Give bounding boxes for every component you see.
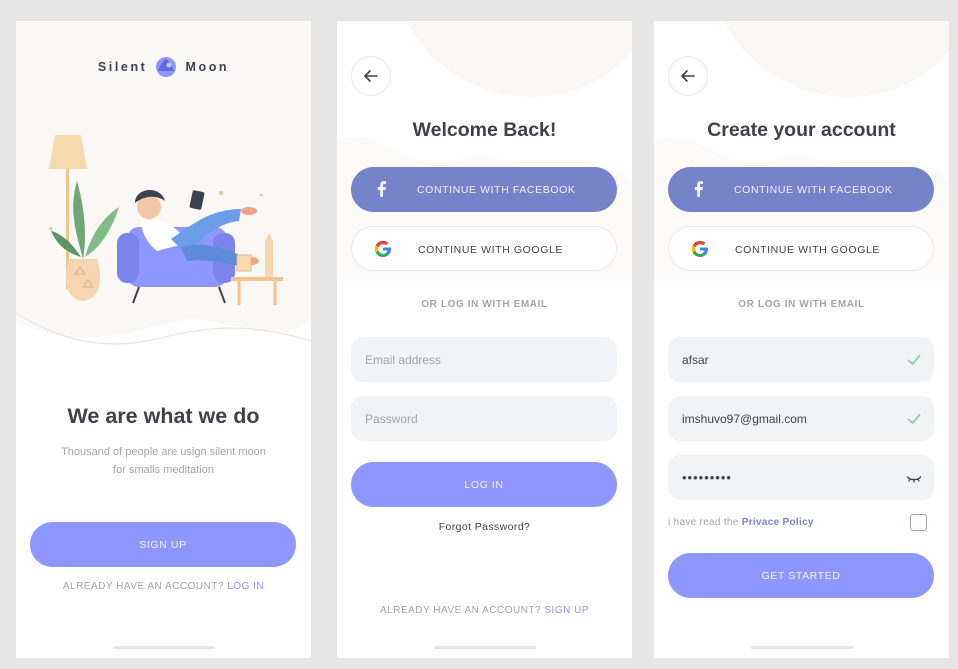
brand-logo: Silent Moon	[16, 56, 311, 78]
sign-up-button[interactable]: SIGN UP	[30, 522, 296, 567]
privacy-policy-checkbox[interactable]	[910, 514, 927, 531]
sign-up-link[interactable]: SIGN UP	[544, 605, 589, 616]
login-link[interactable]: LOG IN	[227, 581, 264, 592]
continue-with-facebook-button[interactable]: CONTINUE WITH FACEBOOK	[668, 167, 934, 212]
home-indicator	[434, 646, 536, 649]
or-divider-text: OR LOG IN WITH EMAIL	[421, 299, 548, 310]
log-in-button[interactable]: LOG IN	[351, 462, 617, 507]
arrow-left-icon	[364, 70, 378, 82]
subtitle-line: for smalls meditation	[113, 464, 214, 476]
eye-closed-icon[interactable]	[906, 470, 922, 486]
google-button-label: CONTINUE WITH GOOGLE	[418, 244, 564, 256]
continue-with-google-button[interactable]: CONTINUE WITH GOOGLE	[351, 226, 617, 271]
home-indicator	[113, 646, 215, 649]
email-field[interactable]: Email address	[351, 337, 617, 382]
create-account-screen: Create your account CONTINUE WITH FACEBO…	[654, 21, 949, 658]
login-screen: Welcome Back! CONTINUE WITH FACEBOOK CON…	[337, 21, 632, 658]
login-prompt: ALREADY HAVE AN ACCOUNT? LOG IN	[16, 581, 311, 592]
facebook-button-label: CONTINUE WITH FACEBOOK	[417, 184, 576, 196]
back-button[interactable]	[351, 56, 391, 96]
moon-logo-icon	[156, 57, 177, 77]
privacy-policy-link[interactable]: Privace Policy	[742, 517, 814, 528]
back-button[interactable]	[668, 56, 708, 96]
subtitle-line: Thousand of people are usign silent moon	[61, 446, 266, 458]
check-icon	[907, 355, 921, 365]
google-button-label: CONTINUE WITH GOOGLE	[735, 244, 881, 256]
privacy-policy-text: i have read the Privace Policy	[668, 517, 814, 528]
password-field[interactable]: •••••••••	[668, 455, 934, 500]
password-field-value: •••••••••	[682, 470, 732, 485]
password-field[interactable]: Password	[351, 396, 617, 441]
facebook-icon	[377, 181, 386, 197]
page-subtitle: Thousand of people are usign silent moon…	[16, 443, 311, 479]
continue-with-facebook-button[interactable]: CONTINUE WITH FACEBOOK	[351, 167, 617, 212]
forgot-password-link[interactable]: Forgot Password?	[337, 521, 632, 533]
facebook-button-label: CONTINUE WITH FACEBOOK	[734, 184, 893, 196]
welcome-screen: Silent Moon We are what we do Thousand o…	[16, 21, 311, 658]
page-title: Welcome Back!	[412, 119, 557, 141]
google-icon	[691, 240, 708, 257]
home-indicator	[751, 646, 853, 649]
login-prompt-text: ALREADY HAVE AN ACCOUNT?	[62, 581, 224, 592]
brand-name-left: Silent	[97, 60, 148, 74]
get-started-button[interactable]: GET STARTED	[668, 553, 934, 598]
continue-with-google-button[interactable]: CONTINUE WITH GOOGLE	[668, 226, 934, 271]
name-field[interactable]: afsar	[668, 337, 934, 382]
facebook-icon	[694, 181, 703, 197]
name-field-value: afsar	[682, 352, 709, 367]
or-divider-text: OR LOG IN WITH EMAIL	[738, 299, 865, 310]
privacy-policy-prefix: i have read the	[668, 517, 739, 528]
meditation-illustration	[49, 135, 283, 305]
check-icon	[907, 414, 921, 424]
brand-name-right: Moon	[185, 60, 230, 74]
page-title: Create your account	[707, 119, 896, 141]
page-title: We are what we do	[67, 404, 260, 428]
email-field-value: imshuvo97@gmail.com	[682, 411, 807, 426]
email-field[interactable]: imshuvo97@gmail.com	[668, 396, 934, 441]
arrow-left-icon	[681, 70, 695, 82]
google-icon	[374, 240, 391, 257]
signup-prompt-text: ALREADY HAVE AN ACCOUNT?	[379, 605, 542, 616]
signup-prompt: ALREADY HAVE AN ACCOUNT? SIGN UP	[337, 605, 632, 616]
